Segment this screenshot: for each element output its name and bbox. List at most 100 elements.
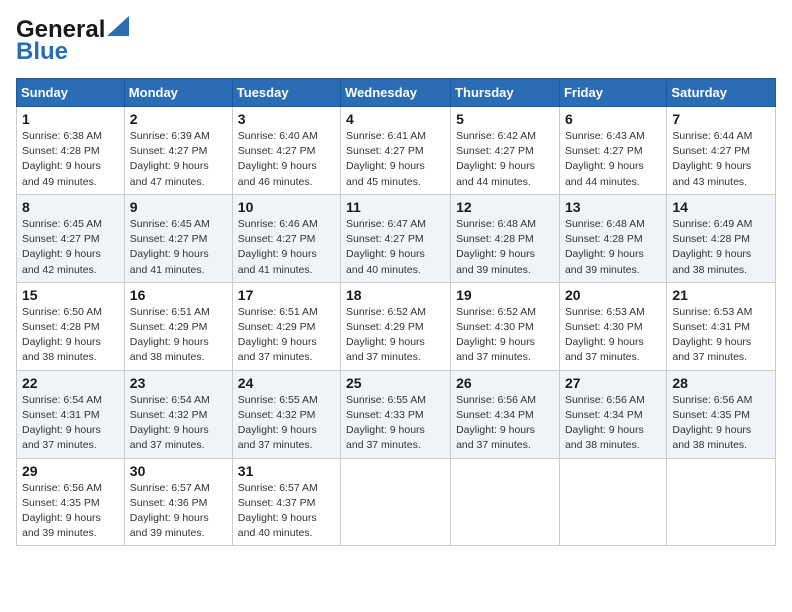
- day-info: Sunrise: 6:54 AMSunset: 4:32 PMDaylight:…: [130, 393, 227, 454]
- calendar-cell: 9 Sunrise: 6:45 AMSunset: 4:27 PMDayligh…: [124, 194, 232, 282]
- day-number: 12: [456, 199, 554, 215]
- calendar-cell: 14 Sunrise: 6:49 AMSunset: 4:28 PMDaylig…: [667, 194, 776, 282]
- day-number: 20: [565, 287, 661, 303]
- calendar-cell: 8 Sunrise: 6:45 AMSunset: 4:27 PMDayligh…: [17, 194, 125, 282]
- calendar-cell: 13 Sunrise: 6:48 AMSunset: 4:28 PMDaylig…: [559, 194, 666, 282]
- col-header-saturday: Saturday: [667, 79, 776, 107]
- day-info: Sunrise: 6:48 AMSunset: 4:28 PMDaylight:…: [456, 217, 554, 278]
- calendar-cell: 26 Sunrise: 6:56 AMSunset: 4:34 PMDaylig…: [451, 370, 560, 458]
- calendar-cell: [451, 458, 560, 546]
- day-info: Sunrise: 6:45 AMSunset: 4:27 PMDaylight:…: [130, 217, 227, 278]
- day-info: Sunrise: 6:52 AMSunset: 4:30 PMDaylight:…: [456, 305, 554, 366]
- day-info: Sunrise: 6:40 AMSunset: 4:27 PMDaylight:…: [238, 129, 335, 190]
- calendar-cell: 17 Sunrise: 6:51 AMSunset: 4:29 PMDaylig…: [232, 282, 340, 370]
- day-info: Sunrise: 6:56 AMSunset: 4:34 PMDaylight:…: [565, 393, 661, 454]
- calendar-cell: 1 Sunrise: 6:38 AMSunset: 4:28 PMDayligh…: [17, 107, 125, 195]
- day-number: 6: [565, 111, 661, 127]
- day-info: Sunrise: 6:57 AMSunset: 4:37 PMDaylight:…: [238, 481, 335, 542]
- calendar-cell: 18 Sunrise: 6:52 AMSunset: 4:29 PMDaylig…: [341, 282, 451, 370]
- calendar-cell: 15 Sunrise: 6:50 AMSunset: 4:28 PMDaylig…: [17, 282, 125, 370]
- day-info: Sunrise: 6:47 AMSunset: 4:27 PMDaylight:…: [346, 217, 445, 278]
- calendar-cell: 20 Sunrise: 6:53 AMSunset: 4:30 PMDaylig…: [559, 282, 666, 370]
- day-info: Sunrise: 6:43 AMSunset: 4:27 PMDaylight:…: [565, 129, 661, 190]
- day-number: 4: [346, 111, 445, 127]
- calendar-cell: 27 Sunrise: 6:56 AMSunset: 4:34 PMDaylig…: [559, 370, 666, 458]
- logo: General Blue: [16, 16, 129, 66]
- page-header: General Blue: [16, 16, 776, 66]
- day-number: 27: [565, 375, 661, 391]
- day-number: 23: [130, 375, 227, 391]
- col-header-sunday: Sunday: [17, 79, 125, 107]
- calendar-cell: 11 Sunrise: 6:47 AMSunset: 4:27 PMDaylig…: [341, 194, 451, 282]
- logo-blue: Blue: [16, 38, 68, 66]
- day-info: Sunrise: 6:42 AMSunset: 4:27 PMDaylight:…: [456, 129, 554, 190]
- day-number: 7: [672, 111, 770, 127]
- calendar-cell: 30 Sunrise: 6:57 AMSunset: 4:36 PMDaylig…: [124, 458, 232, 546]
- day-number: 13: [565, 199, 661, 215]
- day-number: 9: [130, 199, 227, 215]
- calendar-cell: 23 Sunrise: 6:54 AMSunset: 4:32 PMDaylig…: [124, 370, 232, 458]
- day-number: 30: [130, 463, 227, 479]
- day-number: 21: [672, 287, 770, 303]
- day-info: Sunrise: 6:55 AMSunset: 4:33 PMDaylight:…: [346, 393, 445, 454]
- col-header-monday: Monday: [124, 79, 232, 107]
- day-number: 15: [22, 287, 119, 303]
- day-info: Sunrise: 6:45 AMSunset: 4:27 PMDaylight:…: [22, 217, 119, 278]
- calendar-cell: 24 Sunrise: 6:55 AMSunset: 4:32 PMDaylig…: [232, 370, 340, 458]
- calendar-cell: 16 Sunrise: 6:51 AMSunset: 4:29 PMDaylig…: [124, 282, 232, 370]
- day-number: 8: [22, 199, 119, 215]
- calendar-week-4: 22 Sunrise: 6:54 AMSunset: 4:31 PMDaylig…: [17, 370, 776, 458]
- day-number: 16: [130, 287, 227, 303]
- calendar-cell: [667, 458, 776, 546]
- calendar-week-3: 15 Sunrise: 6:50 AMSunset: 4:28 PMDaylig…: [17, 282, 776, 370]
- calendar-cell: 28 Sunrise: 6:56 AMSunset: 4:35 PMDaylig…: [667, 370, 776, 458]
- day-info: Sunrise: 6:41 AMSunset: 4:27 PMDaylight:…: [346, 129, 445, 190]
- day-number: 31: [238, 463, 335, 479]
- day-info: Sunrise: 6:49 AMSunset: 4:28 PMDaylight:…: [672, 217, 770, 278]
- calendar-cell: 12 Sunrise: 6:48 AMSunset: 4:28 PMDaylig…: [451, 194, 560, 282]
- day-number: 1: [22, 111, 119, 127]
- day-number: 24: [238, 375, 335, 391]
- calendar-week-2: 8 Sunrise: 6:45 AMSunset: 4:27 PMDayligh…: [17, 194, 776, 282]
- day-number: 19: [456, 287, 554, 303]
- calendar-week-5: 29 Sunrise: 6:56 AMSunset: 4:35 PMDaylig…: [17, 458, 776, 546]
- day-info: Sunrise: 6:57 AMSunset: 4:36 PMDaylight:…: [130, 481, 227, 542]
- calendar-cell: [341, 458, 451, 546]
- calendar-cell: 25 Sunrise: 6:55 AMSunset: 4:33 PMDaylig…: [341, 370, 451, 458]
- day-info: Sunrise: 6:52 AMSunset: 4:29 PMDaylight:…: [346, 305, 445, 366]
- day-number: 29: [22, 463, 119, 479]
- logo-icon: [107, 16, 129, 36]
- day-number: 25: [346, 375, 445, 391]
- calendar-cell: 19 Sunrise: 6:52 AMSunset: 4:30 PMDaylig…: [451, 282, 560, 370]
- day-number: 22: [22, 375, 119, 391]
- calendar-cell: 2 Sunrise: 6:39 AMSunset: 4:27 PMDayligh…: [124, 107, 232, 195]
- day-info: Sunrise: 6:56 AMSunset: 4:34 PMDaylight:…: [456, 393, 554, 454]
- col-header-friday: Friday: [559, 79, 666, 107]
- calendar-cell: 22 Sunrise: 6:54 AMSunset: 4:31 PMDaylig…: [17, 370, 125, 458]
- day-info: Sunrise: 6:51 AMSunset: 4:29 PMDaylight:…: [238, 305, 335, 366]
- calendar-cell: 10 Sunrise: 6:46 AMSunset: 4:27 PMDaylig…: [232, 194, 340, 282]
- day-number: 5: [456, 111, 554, 127]
- day-number: 14: [672, 199, 770, 215]
- day-number: 26: [456, 375, 554, 391]
- calendar-cell: 29 Sunrise: 6:56 AMSunset: 4:35 PMDaylig…: [17, 458, 125, 546]
- calendar-table: SundayMondayTuesdayWednesdayThursdayFrid…: [16, 78, 776, 546]
- calendar-cell: 21 Sunrise: 6:53 AMSunset: 4:31 PMDaylig…: [667, 282, 776, 370]
- day-number: 10: [238, 199, 335, 215]
- day-info: Sunrise: 6:44 AMSunset: 4:27 PMDaylight:…: [672, 129, 770, 190]
- day-number: 2: [130, 111, 227, 127]
- day-info: Sunrise: 6:51 AMSunset: 4:29 PMDaylight:…: [130, 305, 227, 366]
- day-info: Sunrise: 6:56 AMSunset: 4:35 PMDaylight:…: [22, 481, 119, 542]
- calendar-cell: 7 Sunrise: 6:44 AMSunset: 4:27 PMDayligh…: [667, 107, 776, 195]
- day-info: Sunrise: 6:50 AMSunset: 4:28 PMDaylight:…: [22, 305, 119, 366]
- calendar-cell: [559, 458, 666, 546]
- day-info: Sunrise: 6:53 AMSunset: 4:31 PMDaylight:…: [672, 305, 770, 366]
- day-number: 28: [672, 375, 770, 391]
- day-number: 3: [238, 111, 335, 127]
- calendar-cell: 3 Sunrise: 6:40 AMSunset: 4:27 PMDayligh…: [232, 107, 340, 195]
- col-header-tuesday: Tuesday: [232, 79, 340, 107]
- day-number: 17: [238, 287, 335, 303]
- calendar-header-row: SundayMondayTuesdayWednesdayThursdayFrid…: [17, 79, 776, 107]
- calendar-cell: 31 Sunrise: 6:57 AMSunset: 4:37 PMDaylig…: [232, 458, 340, 546]
- day-info: Sunrise: 6:55 AMSunset: 4:32 PMDaylight:…: [238, 393, 335, 454]
